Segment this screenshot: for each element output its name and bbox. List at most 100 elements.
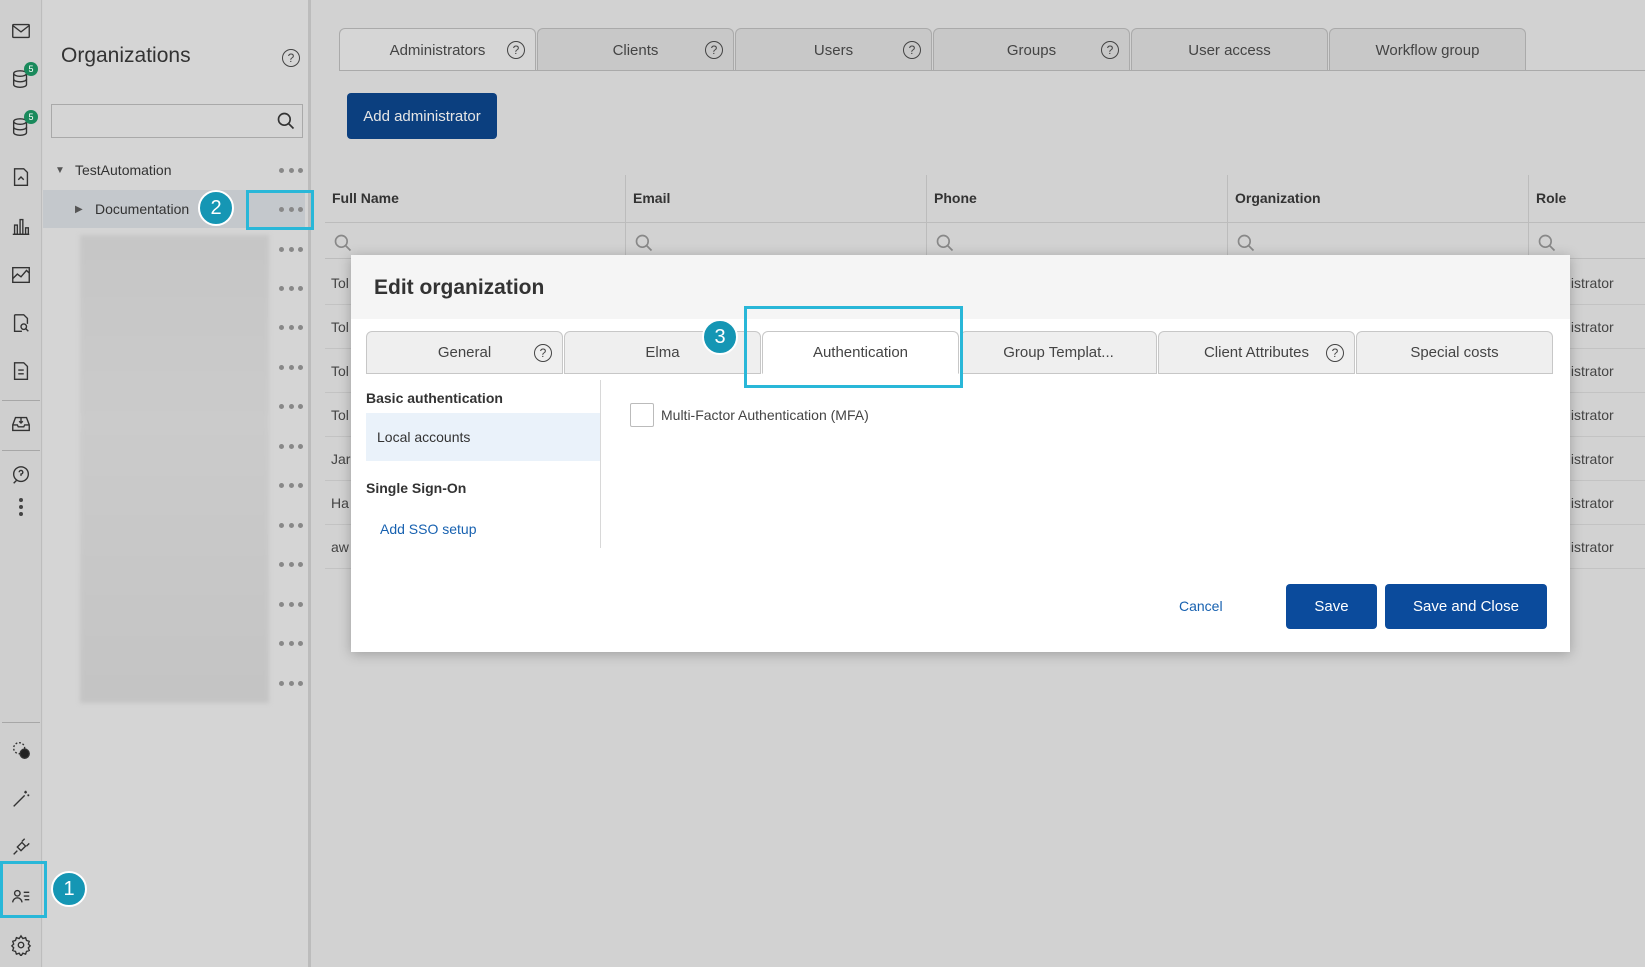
magic-wand-icon[interactable]: [8, 786, 34, 812]
tab-client-attributes[interactable]: Client Attributes ?: [1158, 331, 1355, 374]
save-and-close-button[interactable]: Save and Close: [1385, 584, 1547, 629]
notification-badge: 5: [24, 110, 38, 124]
rail-divider: [2, 400, 40, 401]
tab-label: Client Attributes: [1203, 344, 1310, 361]
filter-organization[interactable]: [1228, 223, 1529, 259]
step-marker-3: 3: [702, 319, 738, 355]
notification-badge: 5: [24, 62, 38, 76]
save-button[interactable]: Save: [1286, 584, 1377, 629]
cell-full-name: Ha: [331, 495, 349, 511]
filter-email[interactable]: [626, 223, 927, 259]
panel-divider[interactable]: [308, 0, 311, 967]
tab-label: Groups: [1006, 41, 1057, 59]
line-chart-icon[interactable]: [8, 262, 34, 288]
more-options-icon[interactable]: [279, 323, 303, 331]
tab-group-templates[interactable]: Group Templat...: [960, 331, 1157, 374]
help-icon[interactable]: ?: [903, 41, 921, 59]
tab-label: Group Templat...: [1003, 344, 1114, 361]
caret-right-icon[interactable]: ▶: [75, 204, 83, 215]
help-icon[interactable]: [8, 462, 34, 488]
mfa-option[interactable]: Multi-Factor Authentication (MFA): [630, 403, 869, 427]
search-document-icon[interactable]: [8, 310, 34, 336]
more-options-icon[interactable]: [279, 521, 303, 529]
help-icon[interactable]: ?: [507, 41, 525, 59]
search-icon: [635, 234, 653, 252]
help-icon[interactable]: ?: [1101, 41, 1119, 59]
plugin-icon[interactable]: [8, 834, 34, 860]
search-icon: [936, 234, 954, 252]
more-options-icon[interactable]: [279, 639, 303, 647]
dialog-title: Edit organization: [374, 276, 545, 299]
local-accounts-item[interactable]: Local accounts: [366, 413, 600, 461]
tab-workflow-group[interactable]: Workflow group: [1329, 28, 1526, 71]
search-icon: [1538, 234, 1556, 252]
tab-divider: [339, 70, 1645, 71]
help-icon[interactable]: ?: [705, 41, 723, 59]
caret-down-icon[interactable]: ▼: [55, 165, 65, 176]
help-icon[interactable]: ?: [282, 49, 300, 67]
column-header-role[interactable]: Role: [1529, 175, 1645, 223]
mail-icon[interactable]: [8, 18, 34, 44]
mfa-checkbox[interactable]: [630, 403, 654, 427]
tree-item-label: TestAutomation: [75, 162, 172, 178]
more-options-icon[interactable]: [279, 284, 303, 292]
more-options-icon[interactable]: [279, 600, 303, 608]
cell-full-name: Tol: [331, 407, 349, 423]
tab-groups[interactable]: Groups ?: [933, 28, 1130, 71]
tab-administrators[interactable]: Administrators ?: [339, 28, 536, 71]
tree-item-testautomation[interactable]: ▼ TestAutomation: [43, 151, 305, 189]
filter-role[interactable]: [1529, 223, 1645, 259]
tab-label: Workflow group: [1375, 41, 1480, 59]
document-icon[interactable]: [8, 164, 34, 190]
settings-icon[interactable]: [8, 932, 34, 958]
panel-title: Organizations: [61, 44, 191, 67]
more-options-icon[interactable]: [279, 560, 303, 568]
more-icon[interactable]: [19, 498, 23, 519]
filter-full-name[interactable]: [325, 223, 626, 259]
more-options-icon[interactable]: [279, 442, 303, 450]
tab-label: Users: [813, 41, 854, 59]
tab-label: Elma: [645, 344, 680, 361]
step-marker-1: 1: [51, 871, 87, 907]
cell-full-name: Jar: [331, 451, 351, 467]
organization-search-input[interactable]: [51, 104, 303, 138]
more-options-icon[interactable]: [279, 402, 303, 410]
tab-clients[interactable]: Clients ?: [537, 28, 734, 71]
local-accounts-label: Local accounts: [377, 429, 471, 445]
cell-full-name: Tol: [331, 319, 349, 335]
filter-phone[interactable]: [927, 223, 1228, 259]
tab-users[interactable]: Users ?: [735, 28, 932, 71]
basic-authentication-heading: Basic authentication: [366, 390, 503, 406]
more-options-icon[interactable]: [279, 166, 303, 174]
search-icon[interactable]: [276, 111, 296, 134]
more-options-icon[interactable]: [279, 679, 303, 687]
more-options-icon[interactable]: [279, 481, 303, 489]
more-options-icon[interactable]: [279, 363, 303, 371]
cell-full-name: aw: [331, 539, 349, 555]
add-administrator-button[interactable]: Add administrator: [347, 93, 497, 139]
add-sso-setup-link[interactable]: Add SSO setup: [380, 521, 477, 537]
column-header-organization[interactable]: Organization: [1228, 175, 1529, 223]
database-icon[interactable]: 5: [8, 110, 38, 140]
rail-divider: [2, 722, 40, 723]
column-header-email[interactable]: Email: [626, 175, 927, 223]
tab-general[interactable]: General ?: [366, 331, 563, 374]
tab-label: Special costs: [1410, 344, 1499, 361]
help-icon[interactable]: ?: [1326, 344, 1344, 362]
invoice-icon[interactable]: [8, 358, 34, 384]
mfa-label: Multi-Factor Authentication (MFA): [661, 407, 869, 423]
bar-chart-icon[interactable]: [8, 213, 34, 239]
tab-user-access[interactable]: User access: [1131, 28, 1328, 71]
column-header-full-name[interactable]: Full Name: [325, 175, 626, 223]
more-options-icon[interactable]: [279, 245, 303, 253]
rail-divider: [2, 450, 40, 451]
step-marker-2: 2: [198, 190, 234, 226]
cog-ui-icon[interactable]: [8, 737, 34, 763]
help-icon[interactable]: ?: [534, 344, 552, 362]
cancel-button[interactable]: Cancel: [1179, 598, 1223, 614]
column-header-phone[interactable]: Phone: [927, 175, 1228, 223]
database-icon[interactable]: 5: [8, 62, 38, 92]
organizations-panel: Organizations ? ▼ TestAutomation ▶ Docum…: [43, 0, 310, 967]
tab-special-costs[interactable]: Special costs: [1356, 331, 1553, 374]
inbox-download-icon[interactable]: [8, 411, 34, 437]
